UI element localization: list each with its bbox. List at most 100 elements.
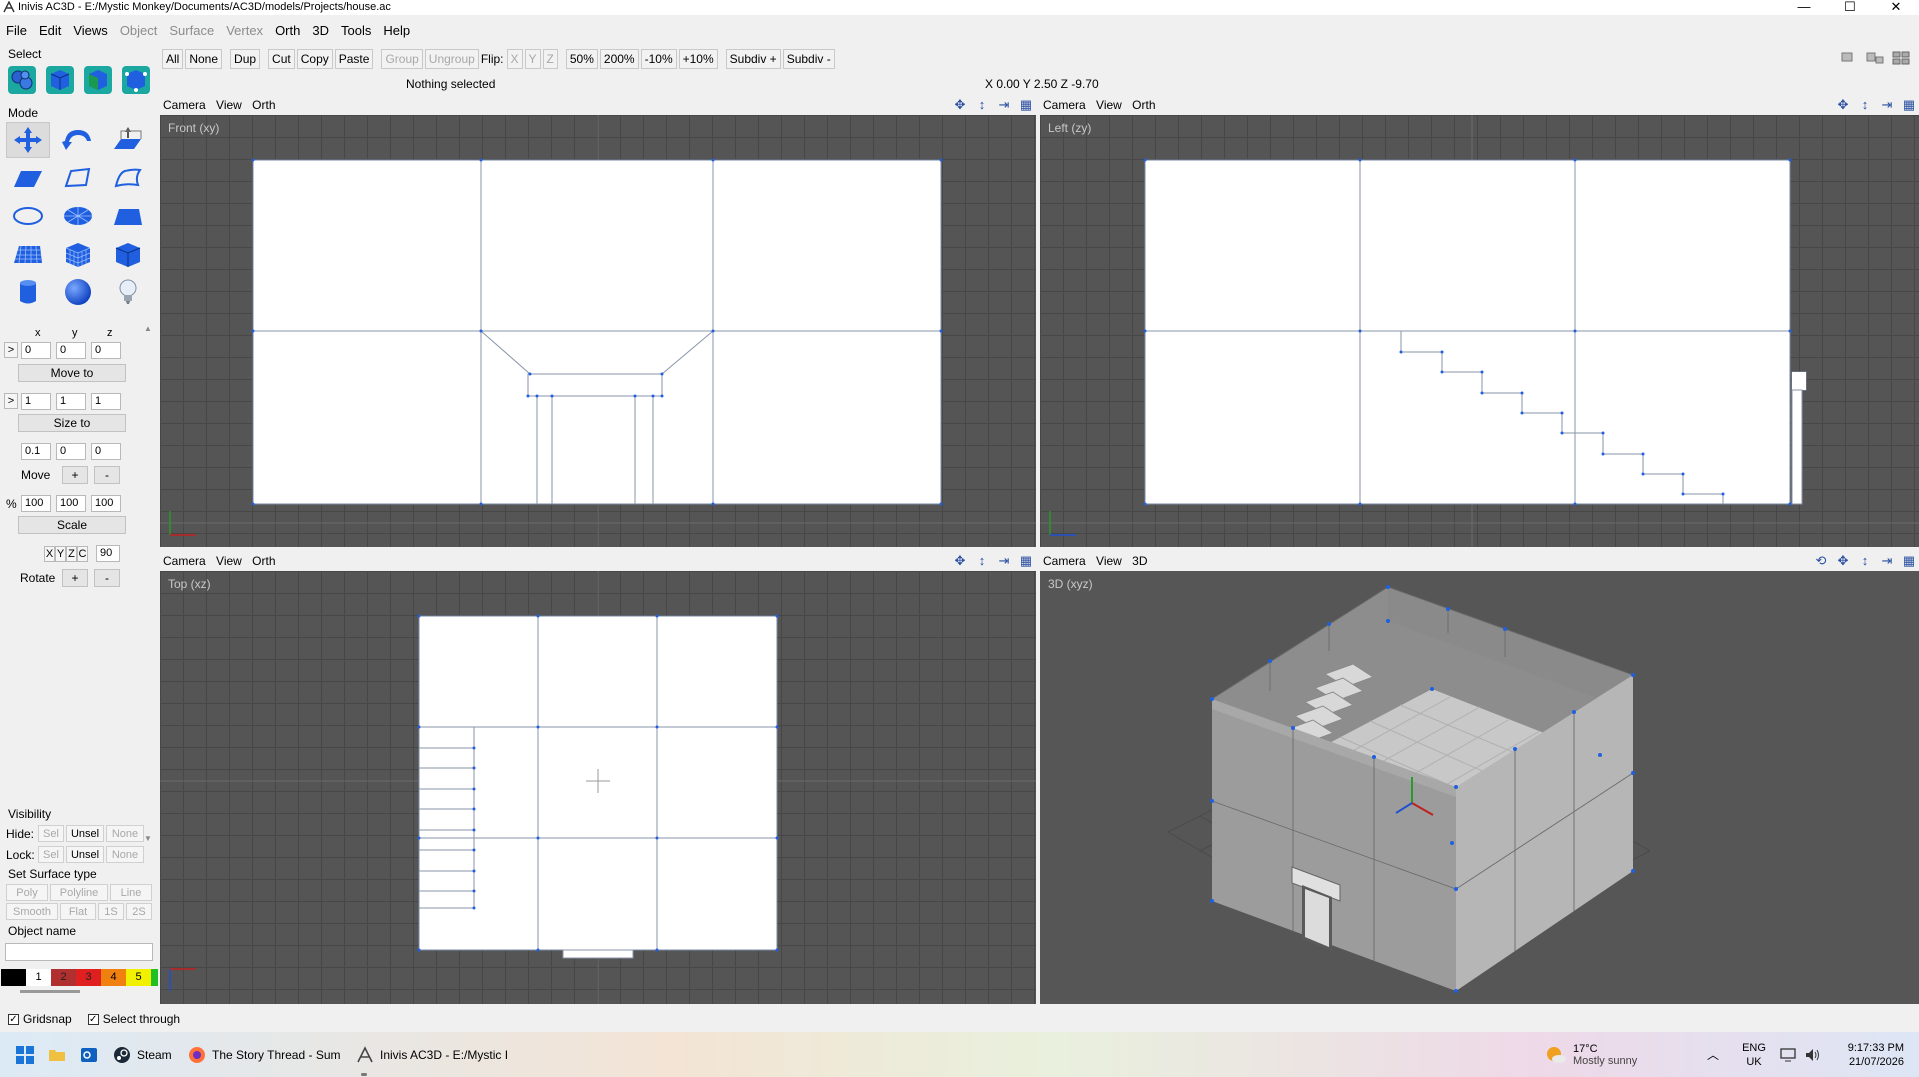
left-maximize-icon[interactable]: ▦ [1901,97,1917,113]
persp-3d-menu[interactable]: 3D [1132,554,1147,568]
create-light-button[interactable] [106,274,150,310]
double-sided-button[interactable]: 2S [126,903,152,920]
rotate-axis-c-button[interactable]: C [77,546,88,562]
rotate-axis-y-button[interactable]: Y [55,546,66,562]
cut-button[interactable]: Cut [268,49,295,69]
select-vertex-button[interactable] [119,63,153,97]
copy-button[interactable]: Copy [296,49,333,69]
left-zoom-icon[interactable]: ↕ [1857,97,1873,113]
gridsnap-checkbox[interactable]: ✓ Gridsnap [8,1012,72,1026]
menu-orth[interactable]: Orth [269,19,306,43]
position-x-input[interactable]: 0 [21,342,51,359]
four-view-layout-icon[interactable] [1891,50,1911,66]
create-mesh-button[interactable] [6,236,50,272]
single-view-layout-icon[interactable] [1839,50,1859,66]
taskbar-app-steam[interactable]: Steam [113,1032,172,1077]
subdiv-minus-button[interactable]: Subdiv - [782,49,835,69]
extrude-mode-button[interactable] [106,122,150,158]
rotate-minus-button[interactable]: - [94,569,120,587]
persp-view-menu[interactable]: View [1096,554,1122,568]
move-step-x-input[interactable]: 0.1 [21,443,51,460]
size-z-input[interactable]: 1 [91,393,121,410]
object-name-input[interactable] [5,943,153,961]
hide-none-button[interactable]: None [106,825,144,842]
menu-file[interactable]: File [0,19,33,43]
rotate-angle-input[interactable]: 90 [96,545,120,562]
persp-zoom-icon[interactable]: ↕ [1857,553,1873,569]
size-to-button[interactable]: Size to [18,414,126,432]
persp-rotate-icon[interactable]: ⟲ [1813,553,1829,569]
persp-reset-view-icon[interactable]: ⇥ [1879,553,1895,569]
size-x-input[interactable]: 1 [21,393,51,410]
left-orth-menu[interactable]: Orth [1132,98,1155,112]
shading-flat-button[interactable]: Flat [60,903,96,920]
position-expand-button[interactable]: > [4,342,18,358]
palette-swatch-6[interactable] [151,969,158,986]
subdiv-plus-button[interactable]: Subdiv + [725,49,781,69]
maximize-button[interactable]: ☐ [1827,0,1873,15]
top-reset-view-icon[interactable]: ⇥ [996,553,1012,569]
select-group-button[interactable] [5,63,39,97]
palette-swatch-5[interactable]: 5 [126,969,151,986]
menu-object[interactable]: Object [114,19,164,43]
top-maximize-icon[interactable]: ▦ [1018,553,1034,569]
size-expand-button[interactable]: > [4,393,18,409]
select-none-button[interactable]: None [185,49,223,69]
scale-y-input[interactable]: 100 [56,495,86,512]
move-step-z-input[interactable]: 0 [91,443,121,460]
paste-button[interactable]: Paste [334,49,374,69]
two-view-layout-icon[interactable] [1865,50,1885,66]
left-camera-menu[interactable]: Camera [1043,98,1086,112]
menu-vertex[interactable]: Vertex [220,19,269,43]
flip-x-button[interactable]: X [506,49,523,69]
front-canvas[interactable]: Front (xy) [160,115,1036,547]
lock-none-button[interactable]: None [106,846,144,863]
top-view-menu[interactable]: View [216,554,242,568]
position-y-input[interactable]: 0 [56,342,86,359]
palette-swatch-3[interactable]: 3 [76,969,101,986]
front-orth-menu[interactable]: Orth [252,98,275,112]
ungroup-button[interactable]: Ungroup [424,49,479,69]
persp-canvas[interactable]: 3D (xyz) [1040,571,1919,1004]
front-pan-icon[interactable]: ✥ [952,97,968,113]
top-zoom-icon[interactable]: ↕ [974,553,990,569]
left-view-menu[interactable]: View [1096,98,1122,112]
front-reset-view-icon[interactable]: ⇥ [996,97,1012,113]
create-polyline-button[interactable] [56,160,100,196]
zoom-200-button[interactable]: 200% [599,49,639,69]
top-orth-menu[interactable]: Orth [252,554,275,568]
menu-surface[interactable]: Surface [163,19,220,43]
position-z-input[interactable]: 0 [91,342,121,359]
hide-sel-button[interactable]: Sel [38,825,64,842]
shading-smooth-button[interactable]: Smooth [6,903,58,920]
zoom-50-button[interactable]: 50% [565,49,598,69]
start-button[interactable] [16,1032,34,1077]
rotate-axis-z-button[interactable]: Z [66,546,77,562]
zoom-minus-10-button[interactable]: -10% [640,49,677,69]
create-disk-button[interactable] [56,198,100,234]
weather-widget[interactable]: 17°C Mostly sunny [1545,1032,1637,1077]
hide-unsel-button[interactable]: Unsel [66,825,104,842]
rotate-plus-button[interactable]: + [62,569,88,587]
create-box-grid-button[interactable] [56,236,100,272]
left-canvas[interactable]: Left (zy) [1040,115,1919,547]
lock-sel-button[interactable]: Sel [38,846,64,863]
show-hidden-icons-button[interactable]: ︿ [1707,1032,1719,1077]
select-object-button[interactable] [43,63,77,97]
menu-3d[interactable]: 3D [306,19,335,43]
menu-help[interactable]: Help [377,19,416,43]
scale-x-input[interactable]: 100 [21,495,51,512]
taskbar-app-firefox[interactable]: The Story Thread - Sum [188,1032,341,1077]
create-cylinder-button[interactable] [6,274,50,310]
palette-swatch-1[interactable]: 1 [26,969,51,986]
persp-maximize-icon[interactable]: ▦ [1901,553,1917,569]
select-all-button[interactable]: All [162,49,184,69]
select-surface-button[interactable] [81,63,115,97]
front-camera-menu[interactable]: Camera [163,98,206,112]
surface-line-button[interactable]: Line [110,884,152,901]
persp-camera-menu[interactable]: Camera [1043,554,1086,568]
rotate-axis-x-button[interactable]: X [44,546,55,562]
zoom-plus-10-button[interactable]: +10% [678,49,718,69]
clock[interactable]: 9:17:33 PM 21/07/2026 [1832,1041,1904,1069]
left-reset-view-icon[interactable]: ⇥ [1879,97,1895,113]
